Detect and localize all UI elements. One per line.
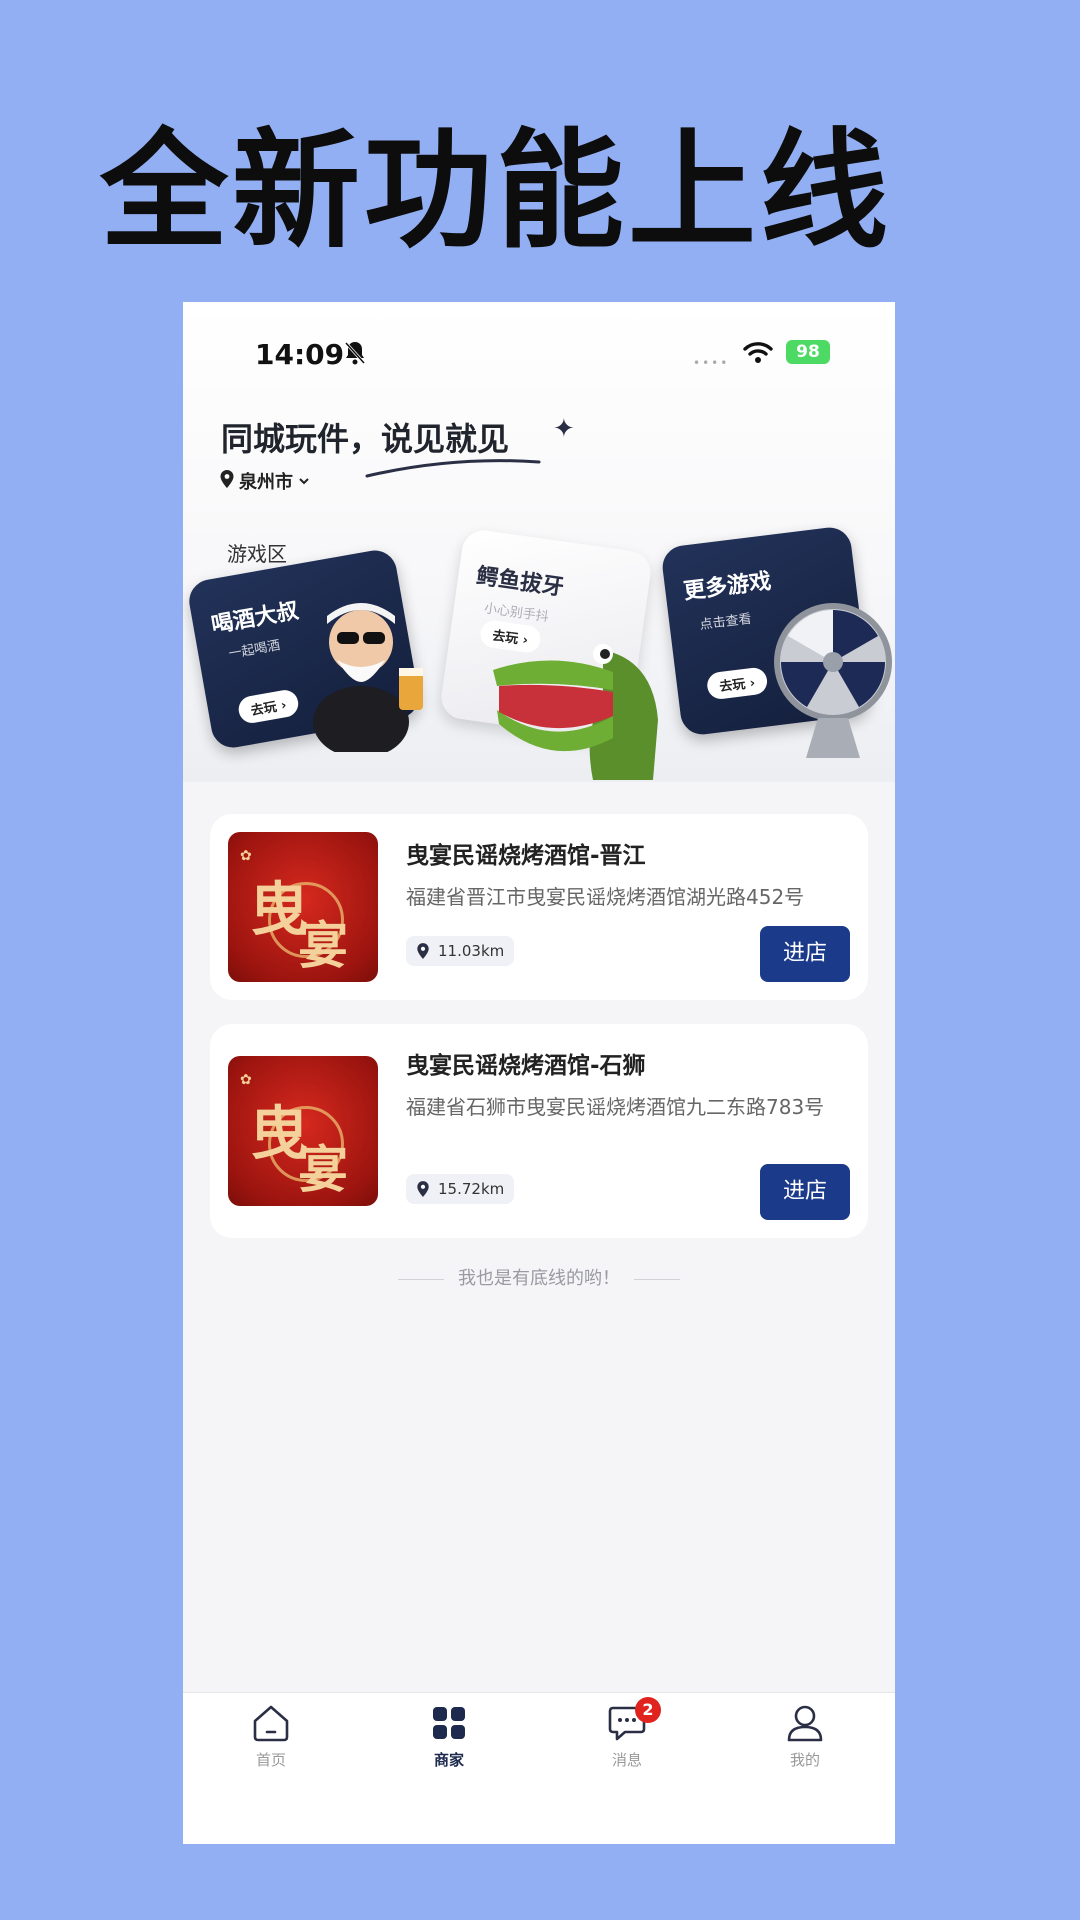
- bottom-tab-bar: 首页 商家 2 消息 我的: [183, 1692, 895, 1844]
- game-title: 更多游戏: [682, 569, 773, 605]
- logo-char: 宴: [298, 916, 348, 975]
- play-button[interactable]: 去玩 ›: [236, 688, 301, 726]
- city-selector[interactable]: 泉州市: [219, 468, 311, 494]
- location-pin-icon: [417, 943, 429, 959]
- store-address: 福建省石狮市曳宴民谣烧烤酒馆九二东路783号: [406, 1095, 825, 1119]
- store-card[interactable]: ✿ 曳 宴 曳宴民谣烧烤酒馆-石狮 福建省石狮市曳宴民谣烧烤酒馆九二东路783号…: [210, 1024, 868, 1238]
- store-distance: 11.03km: [406, 936, 515, 966]
- unread-badge: 2: [635, 1697, 661, 1723]
- signal-dots-icon: ••••: [693, 356, 730, 370]
- game-subtitle: 一起喝酒: [227, 638, 282, 663]
- prize-wheel-illustration: [774, 603, 892, 758]
- game-title: 鳄鱼拔牙: [474, 563, 566, 601]
- logo-char: 宴: [298, 1140, 348, 1199]
- tab-label: 商家: [433, 1751, 464, 1769]
- distance-value: 11.03km: [438, 942, 505, 960]
- play-button[interactable]: 去玩 ›: [705, 666, 769, 701]
- location-pin-icon: [417, 1181, 429, 1197]
- tab-home[interactable]: 首页: [221, 1703, 321, 1770]
- store-distance: 15.72km: [406, 1174, 515, 1204]
- phone-screen: 14:09 •••• 98 同城玩件，说见就见 ✦ 泉州市 游戏区 喝酒大叔 一…: [183, 302, 895, 1844]
- enter-store-button[interactable]: 进店: [760, 1164, 850, 1220]
- wifi-icon: [743, 340, 773, 368]
- tab-merchants[interactable]: 商家: [399, 1703, 499, 1770]
- tab-label: 我的: [789, 1751, 820, 1769]
- battery-indicator: 98: [786, 340, 830, 364]
- city-name: 泉州市: [239, 472, 293, 493]
- game-subtitle: 点击查看: [698, 611, 753, 633]
- crocodile-illustration: [493, 644, 658, 780]
- tab-label: 首页: [255, 1751, 286, 1769]
- store-logo: ✿ 曳 宴: [228, 1056, 378, 1206]
- promo-headline: 全新功能上线: [100, 117, 893, 266]
- store-logo: ✿ 曳 宴: [228, 832, 378, 982]
- store-card[interactable]: ✿ 曳 宴 曳宴民谣烧烤酒馆-晋江 福建省晋江市曳宴民谣烧烤酒馆湖光路452号 …: [210, 814, 868, 1000]
- status-bar: 14:09 •••• 98: [183, 332, 895, 382]
- grid-icon: [433, 1707, 465, 1739]
- tab-messages[interactable]: 2 消息: [577, 1697, 677, 1770]
- enter-store-button[interactable]: 进店: [760, 926, 850, 982]
- store-address: 福建省晋江市曳宴民谣烧烤酒馆湖光路452号: [406, 885, 805, 909]
- sparkle-icon: ✦: [553, 414, 575, 444]
- distance-value: 15.72km: [438, 1180, 505, 1198]
- store-name: 曳宴民谣烧烤酒馆-石狮: [406, 1053, 646, 1079]
- user-icon: [787, 1705, 823, 1742]
- swoosh-decoration: [365, 459, 541, 478]
- uncle-character-illustration: [313, 603, 423, 752]
- chevron-down-icon: [297, 471, 311, 492]
- home-icon: [253, 1705, 289, 1742]
- store-name: 曳宴民谣烧烤酒馆-晋江: [406, 843, 646, 869]
- list-end-note: 我也是有底线的哟！: [183, 1264, 895, 1290]
- header-banner: 14:09 •••• 98 同城玩件，说见就见 ✦ 泉州市 游戏区 喝酒大叔 一…: [183, 302, 895, 782]
- tab-label: 消息: [611, 1751, 642, 1769]
- game-zone-label: 游戏区: [227, 542, 287, 566]
- bell-muted-icon: [343, 340, 367, 370]
- status-time: 14:09: [255, 338, 345, 371]
- tab-profile[interactable]: 我的: [755, 1703, 855, 1770]
- game-title: 喝酒大叔: [209, 598, 301, 639]
- location-pin-icon: [219, 469, 235, 494]
